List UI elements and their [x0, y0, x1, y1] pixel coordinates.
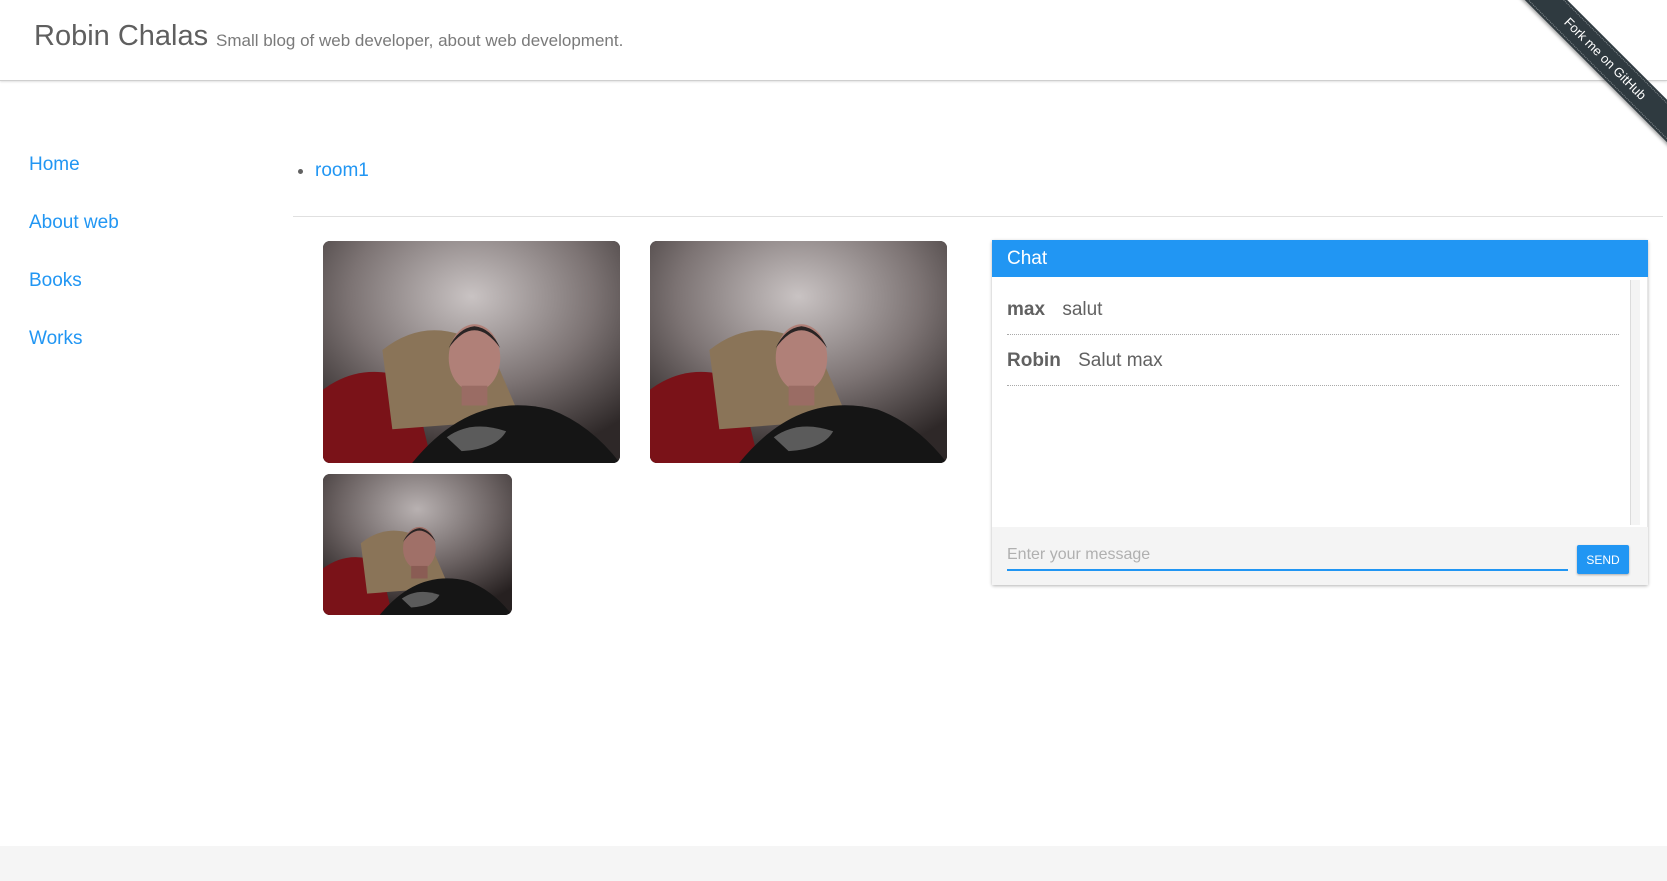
- site-title[interactable]: Robin Chalas: [34, 20, 208, 53]
- fork-me-ribbon[interactable]: Fork me on GitHub: [1517, 0, 1667, 150]
- local-video: [323, 474, 512, 615]
- chat-message-list: max salut Robin Salut max: [992, 277, 1648, 527]
- site-header: Robin Chalas Small blog of web developer…: [0, 0, 1667, 81]
- room-link[interactable]: room1: [315, 160, 369, 181]
- webcam-frame-image: [323, 241, 620, 463]
- sidebar-nav: Home About web Books Works: [29, 150, 119, 382]
- chat-panel: Chat max salut Robin Salut max SEND: [992, 240, 1648, 585]
- room-list: room1: [293, 160, 369, 182]
- remote-video-1: [323, 241, 620, 463]
- sidebar-item-works[interactable]: Works: [29, 324, 119, 382]
- chat-message: Robin Salut max: [1007, 336, 1619, 386]
- message-text: Salut max: [1078, 350, 1163, 371]
- chat-message: max salut: [1007, 285, 1619, 335]
- divider: [293, 216, 1663, 217]
- sidebar-item-home[interactable]: Home: [29, 150, 119, 208]
- message-author: max: [1007, 299, 1046, 320]
- webcam-frame-image: [323, 474, 512, 615]
- message-author: Robin: [1007, 350, 1061, 371]
- chat-composer: SEND: [992, 527, 1648, 585]
- webcam-frame-image: [650, 241, 947, 463]
- chat-title: Chat: [992, 240, 1648, 277]
- page-footer: [0, 846, 1667, 881]
- chat-message-input[interactable]: [1007, 541, 1568, 571]
- sidebar-item-about-web[interactable]: About web: [29, 208, 119, 266]
- sidebar-item-books[interactable]: Books: [29, 266, 119, 324]
- room-list-item: room1: [315, 160, 369, 182]
- send-button[interactable]: SEND: [1577, 545, 1629, 574]
- fork-ribbon-container: Fork me on GitHub: [1517, 0, 1667, 150]
- message-text: salut: [1062, 299, 1103, 320]
- chat-scrollbar[interactable]: [1630, 280, 1640, 525]
- remote-video-2: [650, 241, 947, 463]
- site-tagline: Small blog of web developer, about web d…: [216, 31, 624, 50]
